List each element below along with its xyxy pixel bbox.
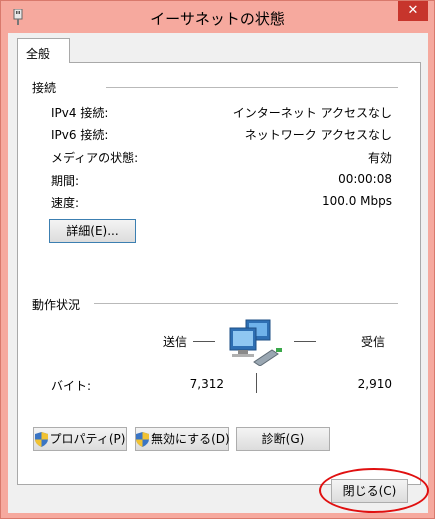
diagnose-button[interactable]: 診断(G) <box>236 427 330 451</box>
connection-divider <box>106 87 398 88</box>
media-state-value: 有効 <box>367 151 392 165</box>
sent-bytes-value: 7,312 <box>189 377 224 391</box>
ethernet-status-window: イーサネットの状態 ✕ 全般 接続 IPv4 接続: インターネット アクセスな… <box>0 0 435 519</box>
duration-label: 期間: <box>51 174 80 188</box>
properties-button[interactable]: プロパティ(P) <box>33 427 127 451</box>
sent-line <box>193 341 215 342</box>
speed-label: 速度: <box>51 196 80 210</box>
activity-section-label: 動作状況 <box>32 298 81 312</box>
tab-panel: 接続 IPv4 接続: インターネット アクセスなし IPv6 接続: ネットワ… <box>17 62 421 485</box>
ipv4-label: IPv4 接続: <box>51 106 109 120</box>
dialog-client-area: 全般 接続 IPv4 接続: インターネット アクセスなし IPv6 接続: ネ… <box>8 33 428 513</box>
details-button[interactable]: 詳細(E)... <box>49 219 136 243</box>
media-state-label: メディアの状態: <box>51 151 139 165</box>
disable-button[interactable]: 無効にする(D) <box>135 427 230 451</box>
ipv6-label: IPv6 接続: <box>51 128 109 142</box>
window-close-button[interactable]: ✕ <box>398 1 428 21</box>
received-bytes-value: 2,910 <box>357 377 392 391</box>
properties-button-label: プロパティ(P) <box>49 432 126 446</box>
duration-value: 00:00:08 <box>338 172 392 186</box>
bytes-separator <box>256 373 257 393</box>
network-computers-icon <box>229 319 282 366</box>
highlight-circle <box>319 468 429 513</box>
received-label: 受信 <box>361 335 386 349</box>
ipv6-value: ネットワーク アクセスなし <box>244 128 392 142</box>
uac-shield-icon <box>136 432 149 447</box>
window-title: イーサネットの状態 <box>150 10 285 28</box>
speed-value: 100.0 Mbps <box>321 194 392 208</box>
activity-divider <box>94 303 398 304</box>
received-line <box>294 341 316 342</box>
sent-label: 送信 <box>163 335 188 349</box>
title-bar[interactable]: イーサネットの状態 ✕ <box>1 1 434 33</box>
tab-general[interactable]: 全般 <box>17 38 70 63</box>
connection-section-label: 接続 <box>32 81 57 95</box>
bytes-label: バイト: <box>51 379 92 393</box>
uac-shield-icon <box>34 432 48 447</box>
ipv4-value: インターネット アクセスなし <box>232 106 392 120</box>
disable-button-label: 無効にする(D) <box>151 432 230 446</box>
